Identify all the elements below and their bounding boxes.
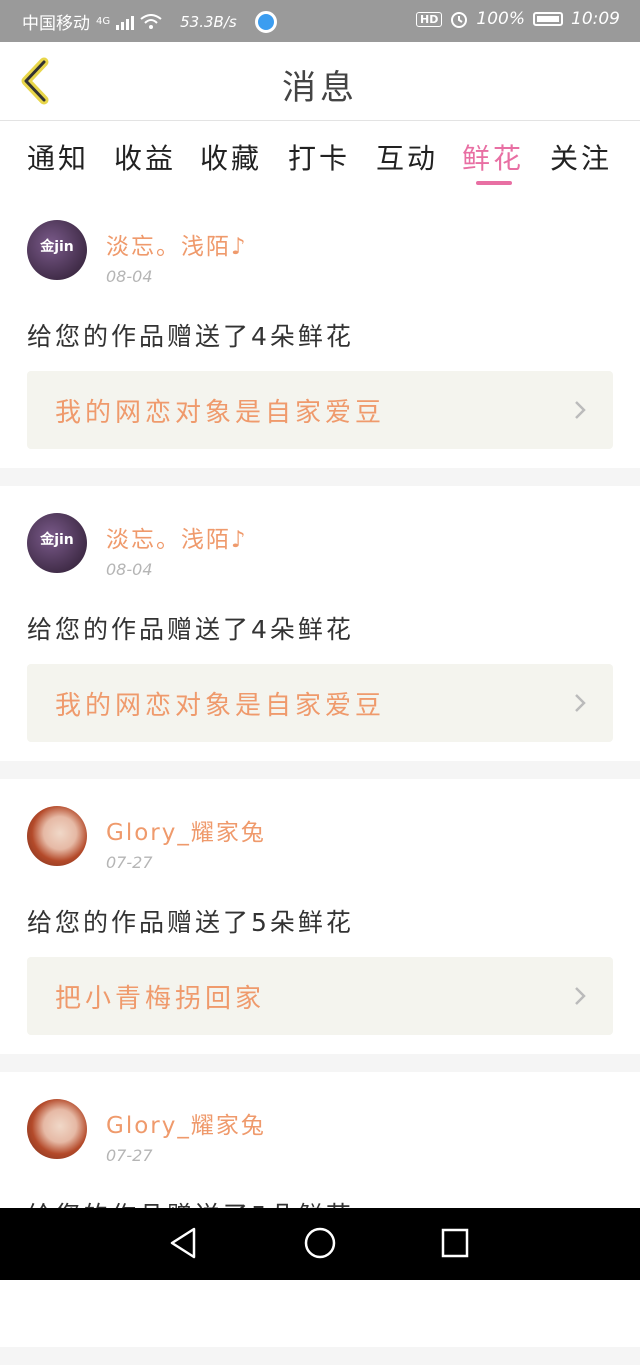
nav-recents-icon[interactable] <box>440 1226 470 1260</box>
message-card: 金jin 淡忘。浅陌♪ 08-04 给您的作品赠送了4朵鲜花 我的网恋对象是自家… <box>0 486 640 761</box>
tab-checkin[interactable]: 打卡 <box>288 137 350 177</box>
username[interactable]: Glory_耀家兔 <box>106 813 266 847</box>
message-list: 金jin 淡忘。浅陌♪ 08-04 给您的作品赠送了4朵鲜花 我的网恋对象是自家… <box>0 193 640 1365</box>
message-text: 给您的作品赠送了5朵鲜花 <box>27 908 354 937</box>
battery-icon <box>533 12 563 26</box>
work-title: 我的网恋对象是自家爱豆 <box>55 398 386 428</box>
wifi-icon <box>140 13 162 29</box>
alarm-icon <box>451 12 468 28</box>
chevron-right-icon <box>575 694 586 712</box>
work-link[interactable]: 我的网恋对象是自家爱豆 <box>27 371 613 449</box>
tab-flowers[interactable]: 鲜花 <box>462 137 524 177</box>
tab-earnings[interactable]: 收益 <box>114 137 176 177</box>
message-text: 给您的作品赠送了4朵鲜花 <box>27 615 354 644</box>
page-title: 消息 <box>282 68 358 108</box>
signal-icon <box>116 14 135 30</box>
clock: 10:09 <box>571 9 620 29</box>
nav-back-icon[interactable] <box>168 1226 198 1260</box>
tab-notifications[interactable]: 通知 <box>27 137 89 177</box>
hd-badge: HD <box>416 11 443 27</box>
avatar[interactable]: 金jin <box>27 220 87 280</box>
message-card: Glory_耀家兔 07-27 给您的作品赠送了5朵鲜花 把小青梅拐回家 <box>0 779 640 1054</box>
avatar[interactable]: 金jin <box>27 513 87 573</box>
chevron-right-icon <box>575 401 586 419</box>
header: 消息 <box>0 42 640 121</box>
message-card: 金jin 淡忘。浅陌♪ 08-04 给您的作品赠送了4朵鲜花 我的网恋对象是自家… <box>0 193 640 468</box>
tab-interactions[interactable]: 互动 <box>376 137 438 177</box>
work-link[interactable]: 把小青梅拐回家 <box>27 957 613 1035</box>
message-date: 08-04 <box>106 267 153 286</box>
message-text: 给您的作品赠送了4朵鲜花 <box>27 322 354 351</box>
message-date: 08-04 <box>106 560 153 579</box>
message-date: 07-27 <box>106 853 153 872</box>
tab-bar: 通知 收益 收藏 打卡 互动 鲜花 关注 <box>0 121 640 193</box>
nav-home-icon[interactable] <box>303 1226 337 1260</box>
username[interactable]: 淡忘。浅陌♪ <box>106 520 248 554</box>
battery-percent: 100% <box>476 9 525 29</box>
avatar[interactable] <box>27 1099 87 1159</box>
carrier-label: 中国移动 <box>22 14 90 34</box>
work-title: 我的网恋对象是自家爱豆 <box>55 691 386 721</box>
avatar[interactable] <box>27 806 87 866</box>
status-bar: 中国移动 4G 53.3B/s HD 100% 10:09 <box>0 0 640 42</box>
system-nav-bar <box>0 1208 640 1280</box>
avatar-text: 金jin <box>40 239 74 255</box>
tab-following[interactable]: 关注 <box>550 137 612 177</box>
work-title: 把小青梅拐回家 <box>55 984 266 1014</box>
active-tab-indicator <box>476 181 512 185</box>
work-link[interactable]: 我的网恋对象是自家爱豆 <box>27 664 613 742</box>
network-speed: 53.3B/s <box>180 12 237 31</box>
app-notification-icon <box>254 10 277 33</box>
chevron-right-icon <box>575 987 586 1005</box>
avatar-text: 金jin <box>40 532 74 548</box>
username[interactable]: Glory_耀家兔 <box>106 1106 266 1140</box>
message-date: 07-27 <box>106 1146 153 1165</box>
network-label: 4G <box>96 16 111 27</box>
tab-favorites[interactable]: 收藏 <box>200 137 262 177</box>
username[interactable]: 淡忘。浅陌♪ <box>106 227 248 261</box>
